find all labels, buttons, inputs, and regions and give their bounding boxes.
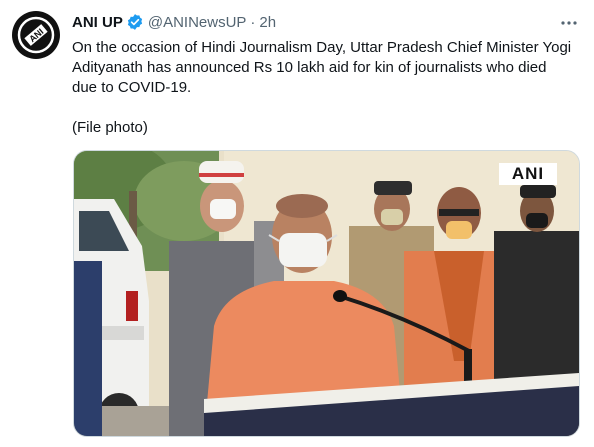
- tweet-note: (File photo): [72, 119, 148, 136]
- media-watermark: ANI: [499, 163, 557, 185]
- press-conference-photo: [74, 151, 579, 436]
- tweet-header: ANI UP @ANINewsUP · 2h: [72, 11, 276, 33]
- more-dots-icon[interactable]: [558, 12, 580, 34]
- author-handle[interactable]: @ANINewsUP: [148, 14, 247, 31]
- tweet-timestamp[interactable]: 2h: [259, 14, 276, 31]
- avatar[interactable]: ANI: [12, 11, 60, 59]
- tweet-text: On the occasion of Hindi Journalism Day,…: [72, 38, 572, 138]
- tweet-photo[interactable]: ANI: [73, 150, 580, 437]
- tweet-body: On the occasion of Hindi Journalism Day,…: [72, 39, 572, 96]
- author-name[interactable]: ANI UP: [72, 14, 123, 31]
- separator-dot: ·: [250, 13, 256, 31]
- verified-badge-icon: [126, 13, 144, 31]
- ani-logo-icon: ANI: [17, 16, 55, 54]
